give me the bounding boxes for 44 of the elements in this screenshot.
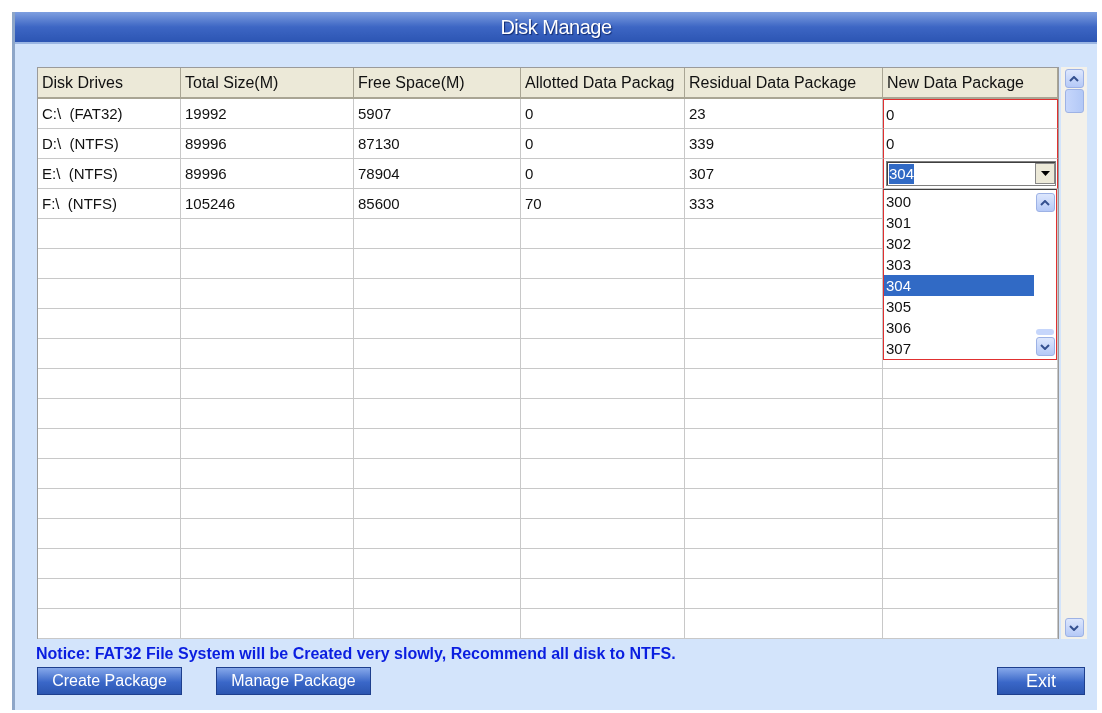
scroll-up-icon[interactable]: [1064, 69, 1084, 88]
dropdown-option[interactable]: 306: [884, 317, 1034, 338]
table-cell: D:\ (NTFS): [38, 129, 181, 159]
scroll-down-icon[interactable]: [1064, 618, 1084, 637]
column-header[interactable]: Total Size(M): [181, 68, 354, 99]
column-header[interactable]: Disk Drives: [38, 68, 181, 99]
scroll-down-icon[interactable]: [1035, 337, 1055, 356]
package-button[interactable]: Create Package: [37, 667, 182, 695]
table-cell: 307: [685, 159, 883, 189]
column-header[interactable]: New Data Package: [883, 68, 1058, 99]
table-cell: C:\ (FAT32): [38, 99, 181, 129]
table-cell: 19992: [181, 99, 354, 129]
scroll-up-icon[interactable]: [1035, 193, 1055, 212]
table-cell: 87130: [354, 129, 521, 159]
scroll-thumb[interactable]: [1036, 329, 1054, 335]
package-combo-box[interactable]: 304: [886, 161, 1056, 186]
table-cell: 339: [685, 129, 883, 159]
table-cell: E:\ (NTFS): [38, 159, 181, 189]
package-button[interactable]: Manage Package: [216, 667, 371, 695]
table-cell: 23: [685, 99, 883, 129]
column-header[interactable]: Residual Data Package: [685, 68, 883, 99]
dropdown-option[interactable]: 307: [884, 338, 1034, 359]
table-cell: 0: [521, 99, 685, 129]
scroll-thumb[interactable]: [1064, 89, 1084, 113]
exit-button[interactable]: Exit: [997, 667, 1085, 695]
dropdown-option[interactable]: 300: [884, 191, 1034, 212]
table-cell: 0: [521, 159, 685, 189]
table-cell[interactable]: 0: [883, 129, 1058, 159]
table-cell[interactable]: 0: [883, 99, 1058, 129]
column-header[interactable]: Allotted Data Packag: [521, 68, 685, 99]
dropdown-option[interactable]: 301: [884, 212, 1034, 233]
window-title: Disk Manage: [500, 15, 612, 39]
dropdown-option[interactable]: 304: [884, 275, 1034, 296]
table-cell: 89996: [181, 159, 354, 189]
column-header[interactable]: Free Space(M): [354, 68, 521, 99]
table-cell: 78904: [354, 159, 521, 189]
dropdown-option[interactable]: 302: [884, 233, 1034, 254]
combo-value: 304: [889, 163, 915, 184]
dropdown-option[interactable]: 303: [884, 254, 1034, 275]
table-cell: 89996: [181, 129, 354, 159]
notice-text: Notice: FAT32 File System will be Created very slowly, Recommend all disk to NTFS.: [36, 645, 677, 663]
table-cell: 0: [521, 129, 685, 159]
table-cell: 5907: [354, 99, 521, 129]
dropdown-option[interactable]: 305: [884, 296, 1034, 317]
